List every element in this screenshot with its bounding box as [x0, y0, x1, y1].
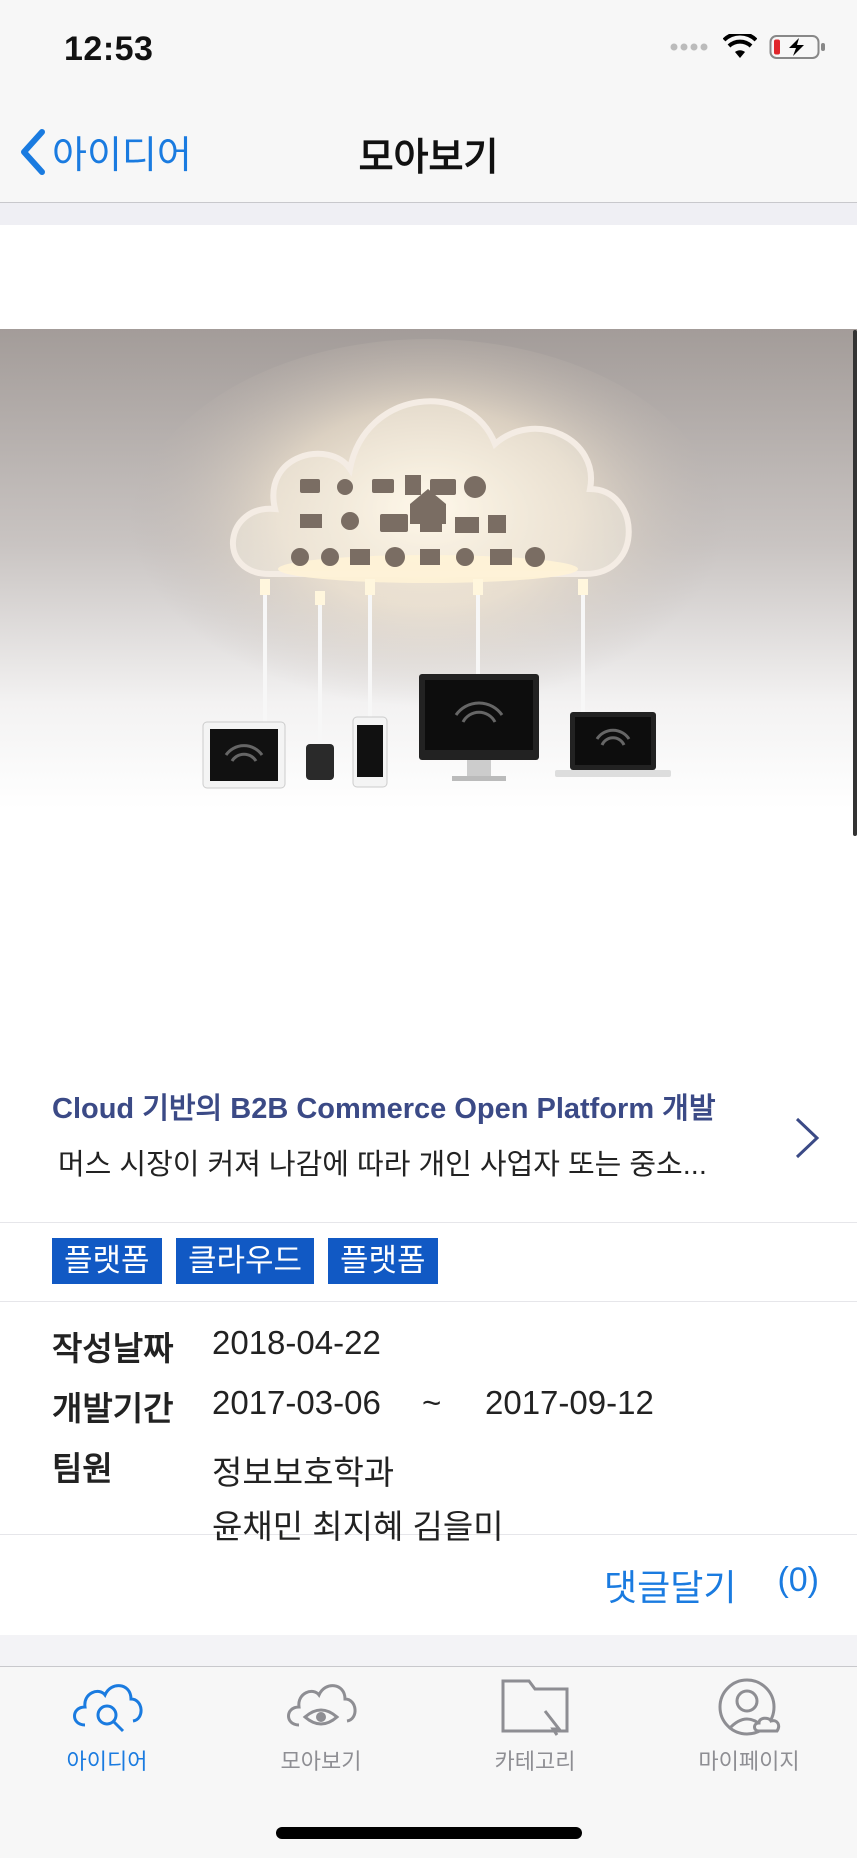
post-card: Cloud 기반의 B2B Commerce Open Platform 개발 …: [0, 225, 857, 1635]
cloud-devices-image[interactable]: [0, 329, 857, 1049]
tag[interactable]: 플랫폼: [328, 1238, 438, 1284]
folder-cursor-icon: [501, 1679, 569, 1736]
status-time: 12:53: [64, 30, 154, 68]
tab-label: 아이디어: [66, 1749, 148, 1774]
cloud-eye-icon: [287, 1684, 357, 1727]
period-end: 2017-09-12: [485, 1384, 654, 1421]
tag[interactable]: 클라우드: [176, 1238, 315, 1284]
comment-button[interactable]: 댓글달기: [604, 1559, 736, 1611]
tab-category[interactable]: 카테고리: [428, 1675, 642, 1795]
signal-icon: [670, 43, 708, 51]
status-bar: 12:53: [0, 0, 857, 100]
chevron-right-icon: [795, 1117, 820, 1159]
period-label: 개발기간: [52, 1390, 174, 1427]
tag[interactable]: 플랫폼: [52, 1238, 162, 1284]
person-cloud-icon: [718, 1678, 781, 1736]
post-title: Cloud 기반의 B2B Commerce Open Platform 개발: [52, 1093, 716, 1125]
tab-mypage[interactable]: 마이페이지: [642, 1675, 856, 1795]
navigation-bar: 아이디어 모아보기: [0, 100, 857, 203]
battery-icon: [769, 35, 825, 59]
date-value: 2018-04-22: [212, 1324, 381, 1361]
tab-label: 카테고리: [494, 1749, 576, 1774]
period-start: 2017-03-06: [212, 1384, 381, 1421]
team-department: 정보보호학과: [212, 1454, 395, 1491]
wifi-icon: [723, 34, 757, 58]
status-icons: [669, 34, 827, 60]
tags-row: 플랫폼 클라우드 플랫폼: [0, 1223, 857, 1302]
comment-count: (0): [777, 1561, 819, 1599]
period-separator: ~: [422, 1384, 442, 1421]
page-title: 모아보기: [358, 137, 499, 179]
comment-row: 댓글달기 (0): [0, 1535, 857, 1635]
post-info: 작성날짜 2018-04-22 개발기간 2017-03-06 ~ 2017-0…: [0, 1302, 857, 1545]
scroll-indicator[interactable]: [853, 330, 857, 836]
post-title-row[interactable]: Cloud 기반의 B2B Commerce Open Platform 개발 …: [0, 1067, 857, 1223]
home-indicator[interactable]: [276, 1827, 582, 1839]
tab-idea[interactable]: 아이디어: [0, 1675, 214, 1795]
cloud-search-icon: [73, 1684, 143, 1733]
tab-collection[interactable]: 모아보기: [214, 1675, 428, 1795]
date-label: 작성날짜: [52, 1330, 174, 1367]
team-label: 팀원: [52, 1450, 113, 1487]
post-summary: 머스 시장이 커져 나감에 따라 개인 사업자 또는 중소...: [58, 1149, 707, 1181]
section-gap: [0, 203, 857, 225]
tab-label: 마이페이지: [698, 1749, 800, 1774]
tab-label: 모아보기: [280, 1749, 362, 1774]
